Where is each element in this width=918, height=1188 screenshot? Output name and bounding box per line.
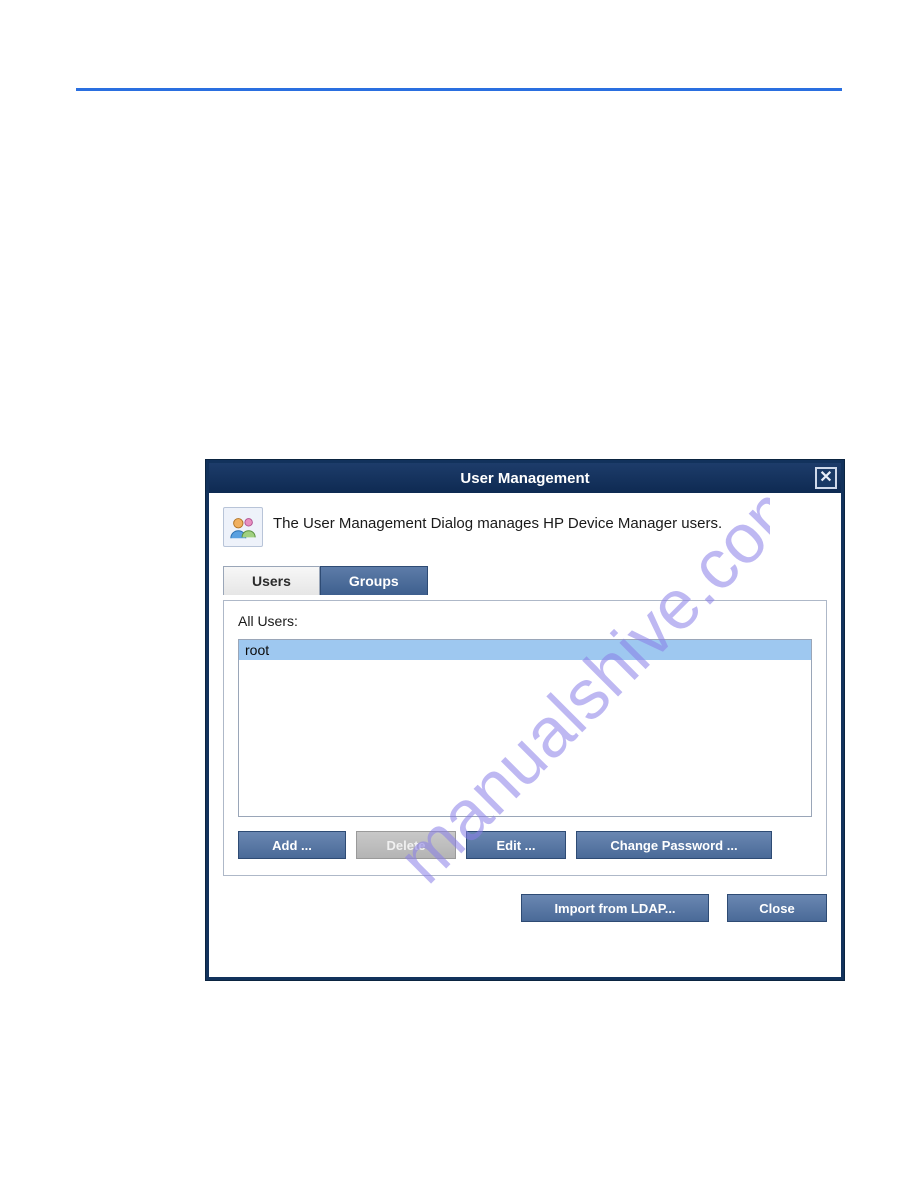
users-color-icon (223, 507, 263, 547)
user-management-dialog: User Management ✕ The User Management Di… (206, 460, 844, 980)
dialog-body: The User Management Dialog manages HP De… (209, 493, 841, 936)
dialog-description: The User Management Dialog manages HP De… (273, 507, 722, 532)
list-item[interactable]: root (239, 640, 811, 660)
all-users-label: All Users: (238, 613, 812, 629)
tab-groups[interactable]: Groups (320, 566, 428, 595)
users-panel: All Users: root Add ... Delete Edit ... … (223, 600, 827, 876)
dialog-title: User Management (460, 470, 589, 487)
import-from-ldap-button[interactable]: Import from LDAP... (521, 894, 709, 922)
user-actions-row: Add ... Delete Edit ... Change Password … (238, 831, 812, 859)
dialog-footer: Import from LDAP... Close (223, 894, 827, 922)
tab-bar: Users Groups (223, 565, 827, 594)
dialog-titlebar: User Management ✕ (209, 463, 841, 493)
horizontal-rule (76, 88, 842, 91)
change-password-button[interactable]: Change Password ... (576, 831, 772, 859)
description-row: The User Management Dialog manages HP De… (223, 507, 827, 547)
close-icon[interactable]: ✕ (815, 467, 837, 489)
tab-users[interactable]: Users (223, 566, 320, 595)
edit-button[interactable]: Edit ... (466, 831, 566, 859)
close-button[interactable]: Close (727, 894, 827, 922)
users-listbox[interactable]: root (238, 639, 812, 817)
delete-button: Delete (356, 831, 456, 859)
add-button[interactable]: Add ... (238, 831, 346, 859)
